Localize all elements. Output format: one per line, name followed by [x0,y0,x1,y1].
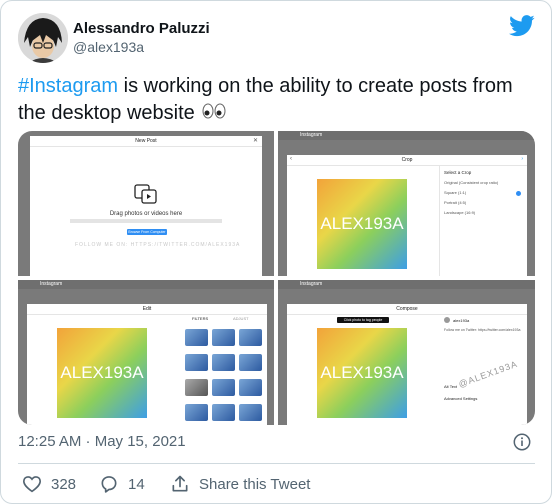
filter-thumb[interactable] [212,329,235,346]
tweet-card: Alessandro Paluzzi @alex193a #Instagram … [0,0,552,504]
adjust-tab[interactable]: ADJUST [233,316,249,321]
instagram-topbar: Instagram [18,280,274,289]
edit-modal: Edit ALEX193A FILTERS ADJUST [27,304,267,425]
selected-radio[interactable] [516,191,521,196]
share-button[interactable]: Share this Tweet [170,473,310,495]
media-upload-icon [134,184,157,204]
helper-text [70,219,222,223]
crop-option-square[interactable]: Square (1:1) [444,190,466,195]
share-icon [172,475,188,492]
media-crop[interactable]: Instagram Crop ‹ › ALEX193A Select a Cro… [278,131,535,276]
modal-title: New Post [30,136,262,147]
filter-thumb[interactable] [212,354,235,371]
eyes-emoji-icon [202,100,226,127]
crop-modal: Crop ‹ › ALEX193A Select a Crop Original… [287,155,527,276]
preview-image[interactable]: ALEX193A [317,179,407,269]
filter-thumb[interactable] [239,404,262,421]
compose-modal: Compose ALEX193A Click photo to tag peop… [287,304,527,425]
divider [18,463,535,464]
preview-image[interactable]: ALEX193A [57,328,147,418]
like-button[interactable]: 328 [22,473,76,495]
reply-icon [101,476,117,493]
twitter-bird-icon[interactable] [509,15,535,37]
modal-title: Edit [27,304,267,315]
info-icon[interactable] [513,433,531,451]
watermark-text: FOLLOW ME ON: HTTPS://TWITTER.COM/ALEX19… [75,242,241,248]
author-handle[interactable]: @alex193a [73,39,144,55]
close-icon[interactable]: ✕ [253,137,258,144]
reply-button[interactable]: 14 [99,473,145,495]
crop-heading: Select a Crop [444,170,472,175]
drag-text: Drag photos or videos here [109,211,183,217]
modal-title: Compose [287,304,527,315]
divider [439,165,440,276]
share-label: Share this Tweet [199,475,311,493]
compose-username: alex193a [453,318,470,323]
tweet-text: #Instagram is working on the ability to … [18,73,538,127]
crop-option-original[interactable]: Original (Consistent crop ratio) [444,180,498,185]
preview-image[interactable]: ALEX193A [317,328,407,418]
filter-thumb[interactable] [185,379,208,396]
filter-thumb[interactable] [185,329,208,346]
author-name[interactable]: Alessandro Paluzzi [73,20,210,37]
tweet-timestamp[interactable]: 12:25 AM · May 15, 2021 [18,433,186,450]
filter-thumb[interactable] [185,354,208,371]
tag-tooltip: Click photo to tag people [337,317,389,323]
back-arrow-icon[interactable]: ‹ [290,156,292,162]
media-new-post[interactable]: New Post ✕ Drag photos or videos here Br… [18,131,274,276]
crop-option-landscape[interactable]: Landscape (16:9) [444,210,475,215]
author-avatar[interactable] [18,13,68,63]
crop-option-portrait[interactable]: Portrait (4:5) [444,200,466,205]
watermark-text: @ALEX193A [457,358,520,390]
tweet-media-grid[interactable]: New Post ✕ Drag photos or videos here Br… [18,131,535,425]
media-compose[interactable]: Instagram Compose ALEX193A Click photo t… [278,280,535,425]
filter-thumb[interactable] [239,329,262,346]
media-edit[interactable]: Instagram Edit ALEX193A FILTERS ADJUST [18,280,274,425]
filter-thumb[interactable] [239,354,262,371]
advanced-settings-row[interactable]: Advanced Settings [444,396,477,401]
caption-text[interactable]: Follow me on Twitter: https://twitter.co… [444,328,524,332]
browse-button[interactable]: Browse From Computer [127,229,167,235]
filters-tab[interactable]: FILTERS [192,316,208,321]
reply-count: 14 [128,475,145,493]
hashtag-link[interactable]: #Instagram [18,75,118,97]
instagram-topbar: Instagram [278,131,535,140]
filter-thumb[interactable] [239,379,262,396]
user-avatar [444,317,450,323]
instagram-topbar: Instagram [278,280,535,289]
heart-icon [22,476,42,493]
filter-thumb[interactable] [185,404,208,421]
filter-thumb[interactable] [212,379,235,396]
modal-title: Crop [287,155,527,166]
new-post-modal: New Post ✕ Drag photos or videos here Br… [30,136,262,276]
filter-thumb[interactable] [212,404,235,421]
alt-text-row[interactable]: Alt Text [444,384,457,389]
like-count: 328 [51,475,77,493]
next-link[interactable]: › [521,156,523,162]
